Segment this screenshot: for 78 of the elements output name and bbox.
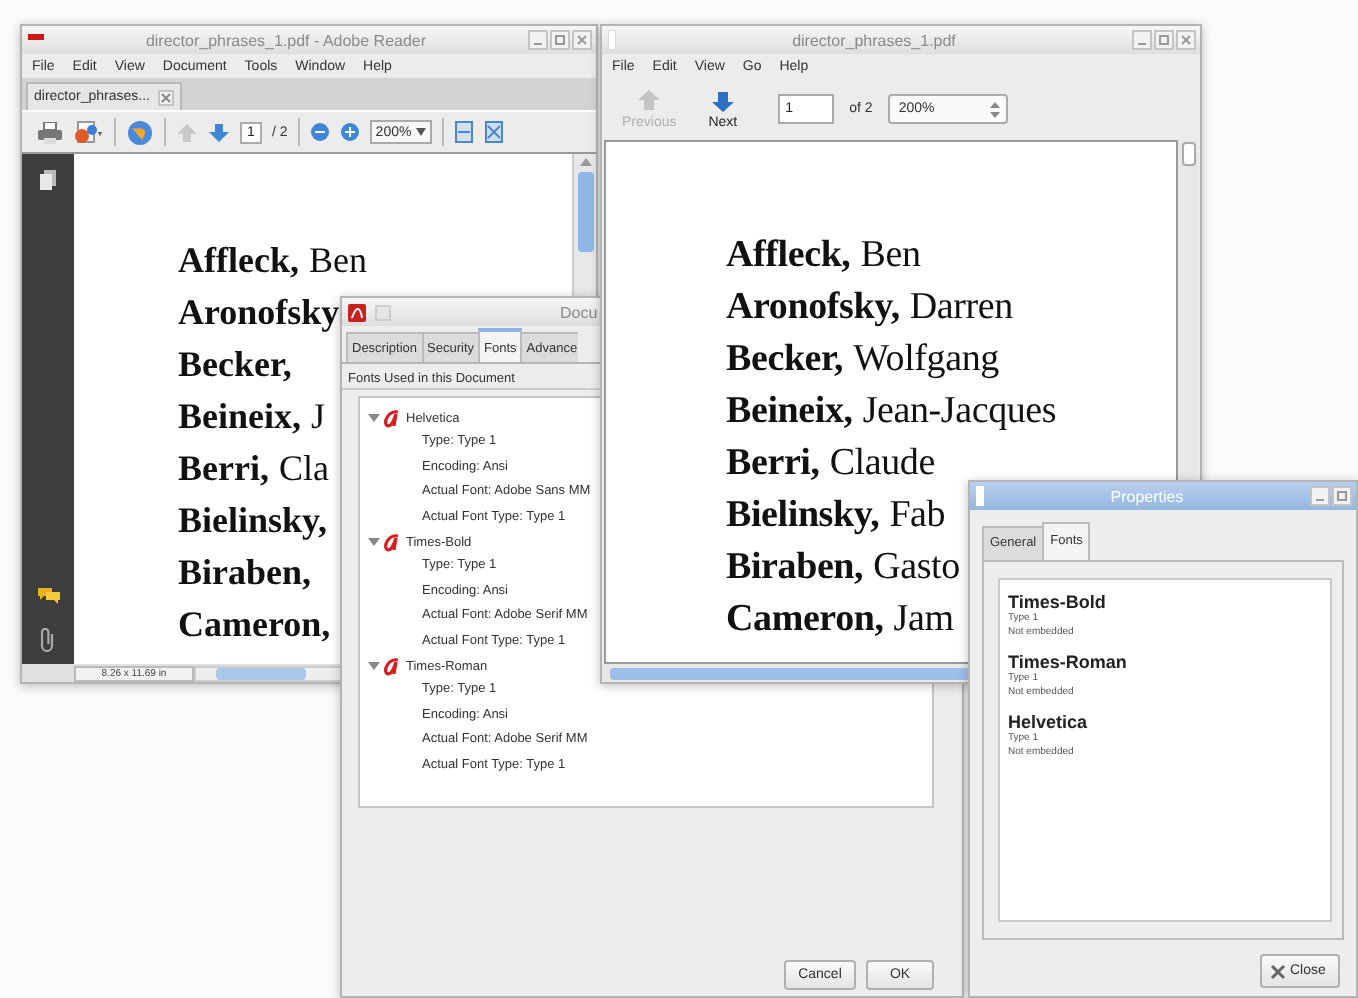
surname: Becker, (178, 343, 292, 385)
fit-page-icon[interactable] (453, 120, 474, 144)
surname: Bielinsky, (178, 499, 328, 541)
minimize-button[interactable] (1132, 30, 1152, 50)
down-arrow-icon (711, 89, 734, 111)
pages-icon[interactable] (40, 170, 56, 190)
maximize-icon (1156, 32, 1172, 48)
window-title: director_phrases_1.pdf (790, 31, 958, 49)
surname: Biraben, (178, 551, 312, 593)
surname: Bielinsky, (726, 494, 880, 538)
close-button[interactable] (572, 30, 592, 50)
surname: Berri, (726, 442, 820, 486)
given-name: Ben (308, 239, 367, 281)
app-icon (348, 303, 366, 321)
surname: Affleck, (726, 234, 851, 278)
given-name: Jam (893, 598, 954, 642)
surname: Berri, (178, 447, 269, 489)
maximize-icon (1334, 488, 1350, 504)
close-button[interactable] (1176, 30, 1196, 50)
scrollbar-thumb[interactable] (216, 667, 306, 679)
page-share-icon[interactable] (72, 120, 104, 144)
surname: Aronofsky (178, 291, 340, 333)
given-name: Cla (278, 447, 329, 489)
up-arrow-icon (638, 89, 661, 111)
caret-icon (415, 128, 426, 136)
spinner-icon (990, 101, 1001, 117)
surname: Biraben, (726, 546, 864, 590)
close-icon (1178, 32, 1194, 48)
surname: Affleck, (178, 239, 299, 281)
scroll-up-icon[interactable] (579, 158, 591, 166)
globe-icon[interactable] (126, 119, 154, 145)
surname: Beineix, (178, 395, 301, 437)
close-icon (1270, 963, 1286, 979)
window-title: Properties (1108, 487, 1186, 505)
given-name: Fab (889, 494, 946, 538)
surname: Aronofsky, (726, 286, 900, 330)
paperclip-icon[interactable] (40, 628, 56, 652)
app-icon (28, 34, 44, 46)
font-icon (384, 533, 402, 551)
close-icon (159, 91, 172, 103)
font-name: Helvetica (1008, 712, 1090, 732)
maximize-icon (552, 32, 568, 48)
close-button[interactable] (157, 89, 174, 105)
window-title: Docu (560, 303, 598, 321)
given-name: Ben (860, 234, 921, 278)
comments-icon[interactable] (37, 586, 59, 604)
surname: Beineix, (726, 390, 853, 434)
collapse-arrow-icon[interactable] (368, 536, 380, 548)
fit-width-icon[interactable] (483, 120, 504, 144)
font-icon (384, 409, 402, 427)
given-name: Gasto (873, 546, 960, 590)
print-icon[interactable] (38, 121, 62, 143)
maximize-button[interactable] (550, 30, 570, 50)
zoom-in-icon[interactable] (339, 122, 360, 142)
scrollbar-thumb[interactable] (577, 172, 593, 252)
collapse-arrow-icon[interactable] (368, 412, 380, 424)
font-name: Times-Roman (1008, 652, 1129, 672)
minimize-button[interactable] (528, 30, 548, 50)
font-icon (384, 657, 402, 675)
minimize-button[interactable] (1310, 486, 1330, 506)
given-name: Darren (909, 286, 1013, 330)
given-name: Claude (829, 442, 935, 486)
close-icon (574, 32, 590, 48)
maximize-button[interactable] (1332, 486, 1352, 506)
collapse-arrow-icon[interactable] (368, 660, 380, 672)
surname: Cameron, (178, 603, 331, 645)
font-name: Times-Bold (1008, 592, 1108, 612)
window-title: director_phrases_1.pdf - Adobe Reader (143, 31, 429, 49)
scrollbar-thumb[interactable] (610, 667, 970, 679)
app-icon (976, 486, 984, 506)
document-icon (374, 303, 392, 321)
down-arrow-icon[interactable] (208, 121, 230, 143)
zoom-out-icon[interactable] (309, 122, 330, 142)
given-name: J (311, 395, 326, 437)
given-name: Jean-Jacques (862, 390, 1057, 434)
surname: Cameron, (726, 598, 884, 642)
maximize-button[interactable] (1154, 30, 1174, 50)
scrollbar-thumb[interactable] (1181, 142, 1195, 166)
